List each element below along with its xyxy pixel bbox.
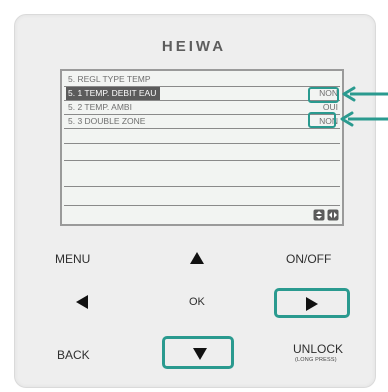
arrow-left-icon bbox=[340, 111, 388, 127]
value-non-highlight bbox=[308, 87, 339, 103]
back-button[interactable]: BACK bbox=[57, 348, 90, 362]
down-arrow-icon bbox=[193, 348, 207, 360]
arrow-left-icon bbox=[342, 86, 388, 102]
left-button[interactable] bbox=[75, 294, 89, 310]
up-down-icon bbox=[313, 208, 325, 221]
right-button[interactable] bbox=[274, 288, 350, 318]
lcd-nav-icons bbox=[313, 208, 339, 221]
menu-button[interactable]: MENU bbox=[55, 252, 90, 266]
lcd-row-label: 5. 2 TEMP. AMBI bbox=[68, 102, 132, 112]
lcd-divider bbox=[64, 205, 340, 206]
lcd-row-double-zone[interactable]: 5. 3 DOUBLE ZONE NON bbox=[64, 115, 340, 129]
screenshot: HEIWA 5. REGL TYPE TEMP 5. 1 TEMP. DEBIT… bbox=[0, 0, 388, 392]
lcd-row-label: 5. 1 TEMP. DEBIT EAU bbox=[66, 87, 161, 100]
right-arrow-icon bbox=[306, 297, 318, 311]
lcd-row-label: 5. 3 DOUBLE ZONE bbox=[68, 116, 146, 126]
lcd-divider bbox=[64, 160, 340, 161]
lcd-row-temp-ambi[interactable]: 5. 2 TEMP. AMBI OUI bbox=[64, 101, 340, 115]
lcd-header: 5. REGL TYPE TEMP bbox=[64, 73, 340, 87]
lcd-row-temp-debit-eau[interactable]: 5. 1 TEMP. DEBIT EAU NON bbox=[64, 87, 340, 101]
brand-logo: HEIWA bbox=[161, 38, 227, 55]
value-oui-highlight bbox=[308, 112, 336, 128]
down-button[interactable] bbox=[162, 336, 234, 369]
on-off-button[interactable]: ON/OFF bbox=[286, 252, 331, 266]
unlock-subtitle: (LONG PRESS) bbox=[295, 357, 337, 363]
left-right-icon bbox=[327, 208, 339, 221]
unlock-button[interactable]: UNLOCK bbox=[293, 342, 343, 356]
lcd-divider bbox=[64, 143, 340, 144]
lcd-screen: 5. REGL TYPE TEMP 5. 1 TEMP. DEBIT EAU N… bbox=[60, 69, 344, 226]
lcd-divider bbox=[64, 186, 340, 187]
ok-button[interactable]: OK bbox=[189, 296, 205, 308]
up-button[interactable] bbox=[189, 251, 205, 265]
lcd-header-text: 5. REGL TYPE TEMP bbox=[68, 74, 151, 84]
